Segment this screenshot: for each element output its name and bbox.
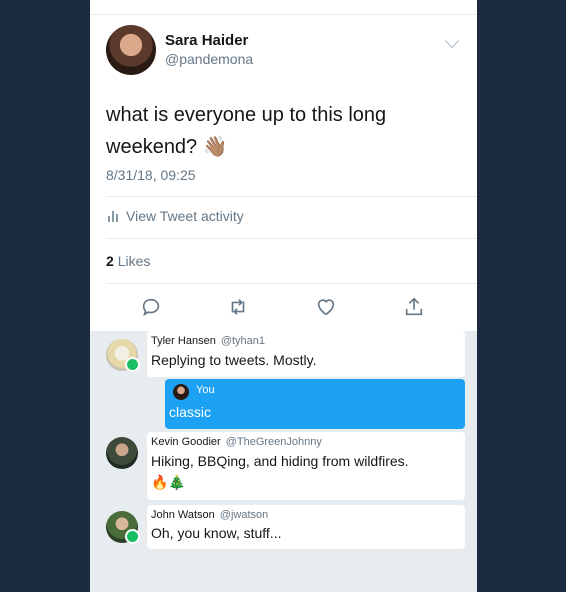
kevin-avatar[interactable] — [106, 437, 138, 469]
sender-name: You — [196, 384, 215, 396]
online-indicator — [125, 357, 140, 372]
sender-name: Kevin Goodier — [151, 436, 221, 448]
message-bubble-kevin[interactable]: Kevin Goodier @TheGreenJohnny Hiking, BBQ… — [147, 432, 465, 500]
likes-count-link[interactable]: 2 Likes — [106, 253, 150, 269]
waving-hand-emoji: 👋🏽 — [202, 134, 228, 158]
author-avatar[interactable] — [106, 25, 156, 75]
share-button[interactable] — [399, 292, 429, 322]
divider — [106, 238, 477, 239]
reply-icon — [142, 298, 160, 317]
message-text: Replying to tweets. Mostly. — [151, 352, 317, 368]
like-icon — [317, 299, 335, 316]
message-bubble-john[interactable]: John Watson @jwatson Oh, you know, stuff.… — [147, 505, 465, 549]
reply-button[interactable] — [136, 292, 166, 322]
message-text: Oh, you know, stuff... — [151, 525, 282, 541]
sender-handle: @tyhan1 — [220, 335, 266, 347]
likes-label: Likes — [117, 253, 151, 269]
fire-tree-emoji: 🔥🎄 — [151, 475, 186, 491]
retweet-icon — [231, 299, 245, 315]
like-button[interactable] — [311, 292, 341, 322]
chevron-down-icon[interactable] — [444, 33, 460, 49]
sender-line: Kevin Goodier @TheGreenJohnny — [151, 436, 322, 448]
likes-number: 2 — [106, 253, 114, 269]
activity-bars-icon — [108, 210, 118, 222]
message-bubble-tyler[interactable]: Tyler Hansen @tyhan1 Replying to tweets. … — [147, 331, 465, 377]
tweet-action-bar — [90, 290, 477, 326]
you-avatar — [173, 384, 189, 400]
divider — [106, 196, 477, 197]
activity-label: View Tweet activity — [126, 208, 244, 224]
retweet-button[interactable] — [223, 292, 253, 322]
sender-line: Tyler Hansen @tyhan1 — [151, 335, 265, 347]
message-text: Hiking, BBQing, and hiding from wildfire… — [151, 453, 409, 469]
sender-line: John Watson @jwatson — [151, 509, 268, 521]
sender-name: John Watson — [151, 509, 215, 521]
author-name[interactable]: Sara Haider — [165, 32, 248, 49]
divider — [106, 283, 477, 284]
tweet-timestamp: 8/31/18, 09:25 — [106, 167, 196, 183]
message-text: classic — [169, 404, 212, 420]
online-indicator — [125, 529, 140, 544]
sender-handle: @jwatson — [219, 509, 269, 521]
phone-screen: Sara Haider @pandemona what is everyone … — [90, 0, 477, 592]
tweet-body: what is everyone up to this long weekend… — [106, 104, 387, 158]
tweet-detail: Sara Haider @pandemona what is everyone … — [90, 0, 477, 331]
message-bubble-you[interactable]: You classic — [165, 379, 465, 429]
top-strip — [90, 0, 477, 15]
share-icon — [405, 297, 423, 316]
sender-handle: @TheGreenJohnny — [225, 436, 322, 448]
author-handle[interactable]: @pandemona — [165, 51, 253, 67]
view-tweet-activity-link[interactable]: View Tweet activity — [108, 208, 244, 224]
tweet-text: what is everyone up to this long weekend… — [106, 100, 436, 163]
sender-name: Tyler Hansen — [151, 335, 216, 347]
